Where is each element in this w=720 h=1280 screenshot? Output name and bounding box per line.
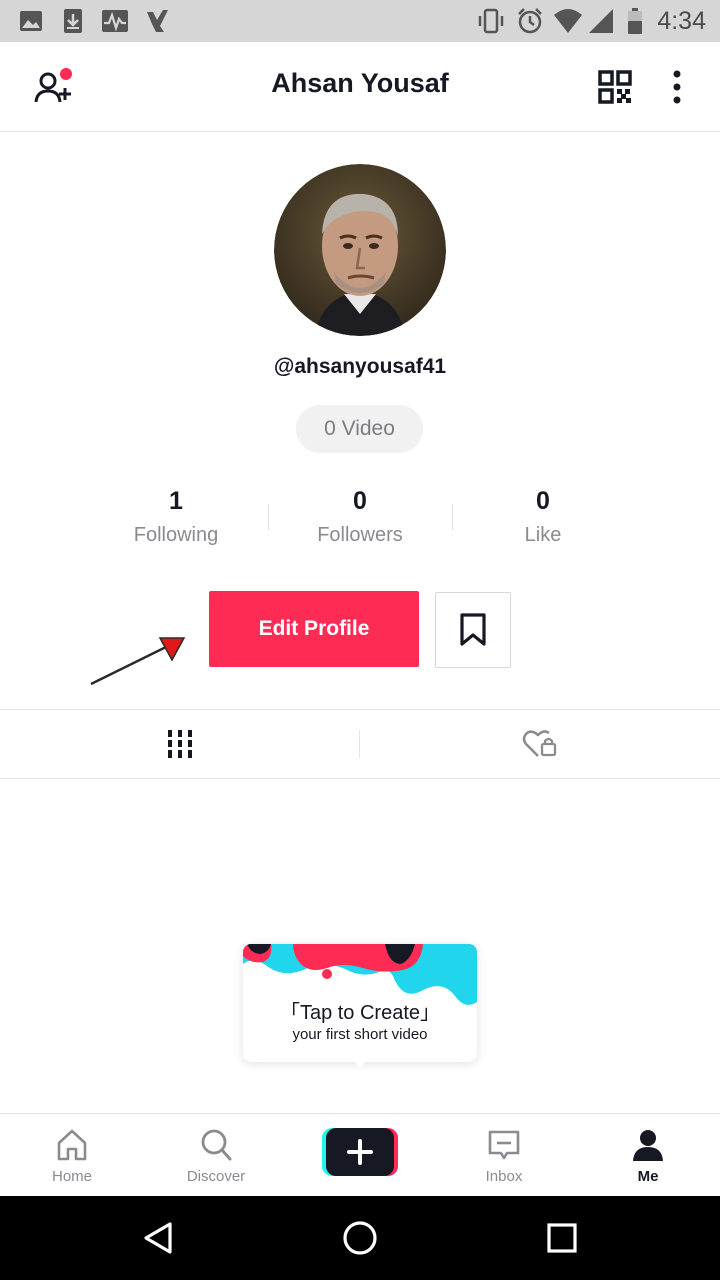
- tab-videos[interactable]: [0, 710, 359, 778]
- alarm-icon: [518, 8, 542, 34]
- create-prompt-subtitle: your first short video: [292, 1026, 428, 1043]
- favorites-button[interactable]: [435, 592, 511, 668]
- following-label: Following: [133, 524, 219, 546]
- home-circle-icon[interactable]: [342, 1220, 378, 1256]
- search-icon: [201, 1129, 232, 1161]
- followers-count: 0: [353, 487, 367, 515]
- home-icon: [57, 1129, 87, 1161]
- download-icon: [64, 9, 82, 33]
- nav-home-label: Home: [51, 1168, 92, 1185]
- nav-home[interactable]: Home: [0, 1114, 144, 1197]
- qr-code-icon[interactable]: [598, 70, 632, 104]
- create-video-button[interactable]: [322, 1128, 398, 1176]
- activity-icon: [102, 10, 128, 32]
- check-icon: [147, 10, 168, 32]
- image-icon: [20, 11, 42, 31]
- back-icon[interactable]: [140, 1220, 176, 1256]
- nav-inbox-label: Inbox: [485, 1168, 523, 1185]
- edit-profile-button[interactable]: Edit Profile: [209, 591, 419, 667]
- inbox-icon: [488, 1130, 520, 1160]
- nav-discover-label: Discover: [186, 1168, 246, 1185]
- nav-me[interactable]: Me: [576, 1114, 720, 1197]
- following-count: 1: [169, 487, 183, 515]
- nav-inbox[interactable]: Inbox: [432, 1114, 576, 1197]
- create-prompt-title: 「Tap to Create」: [279, 1002, 441, 1024]
- annotation-arrow: [90, 637, 186, 686]
- signal-icon: [589, 9, 613, 33]
- video-count-pill: 0 Video: [296, 405, 423, 453]
- liked-private-icon: [522, 730, 556, 757]
- wifi-icon: [554, 9, 582, 33]
- stat-divider: [268, 504, 269, 530]
- avatar[interactable]: [274, 164, 446, 336]
- stat-likes[interactable]: 0 Like: [453, 486, 633, 547]
- system-nav-bar: [0, 1196, 720, 1280]
- stat-followers[interactable]: 0 Followers: [270, 486, 450, 547]
- more-vertical-icon[interactable]: [668, 68, 686, 108]
- stat-following[interactable]: 1 Following: [86, 486, 266, 547]
- username: @ahsanyousaf41: [273, 355, 447, 378]
- followers-label: Followers: [317, 524, 403, 546]
- recents-icon[interactable]: [546, 1222, 578, 1254]
- battery-icon: [628, 8, 642, 34]
- nav-me-label: Me: [637, 1168, 659, 1185]
- profile-header: Ahsan Yousaf: [0, 42, 720, 132]
- vibrate-icon: [478, 8, 504, 34]
- grid-icon: [167, 730, 192, 758]
- create-prompt-card[interactable]: 「Tap to Create」 your first short video: [243, 944, 477, 1062]
- bookmark-icon: [460, 613, 486, 646]
- status-bar: 4:34: [0, 0, 720, 42]
- clock-time: 4:34: [657, 7, 706, 35]
- content-tabs: [0, 709, 720, 779]
- tab-liked-private[interactable]: [360, 710, 719, 778]
- likes-count: 0: [536, 487, 550, 515]
- bottom-nav: Home Discover Inbox Me: [0, 1113, 720, 1196]
- profile-icon: [633, 1130, 663, 1161]
- likes-label: Like: [524, 524, 562, 546]
- nav-discover[interactable]: Discover: [144, 1114, 288, 1197]
- create-prompt-pointer: [351, 1058, 369, 1068]
